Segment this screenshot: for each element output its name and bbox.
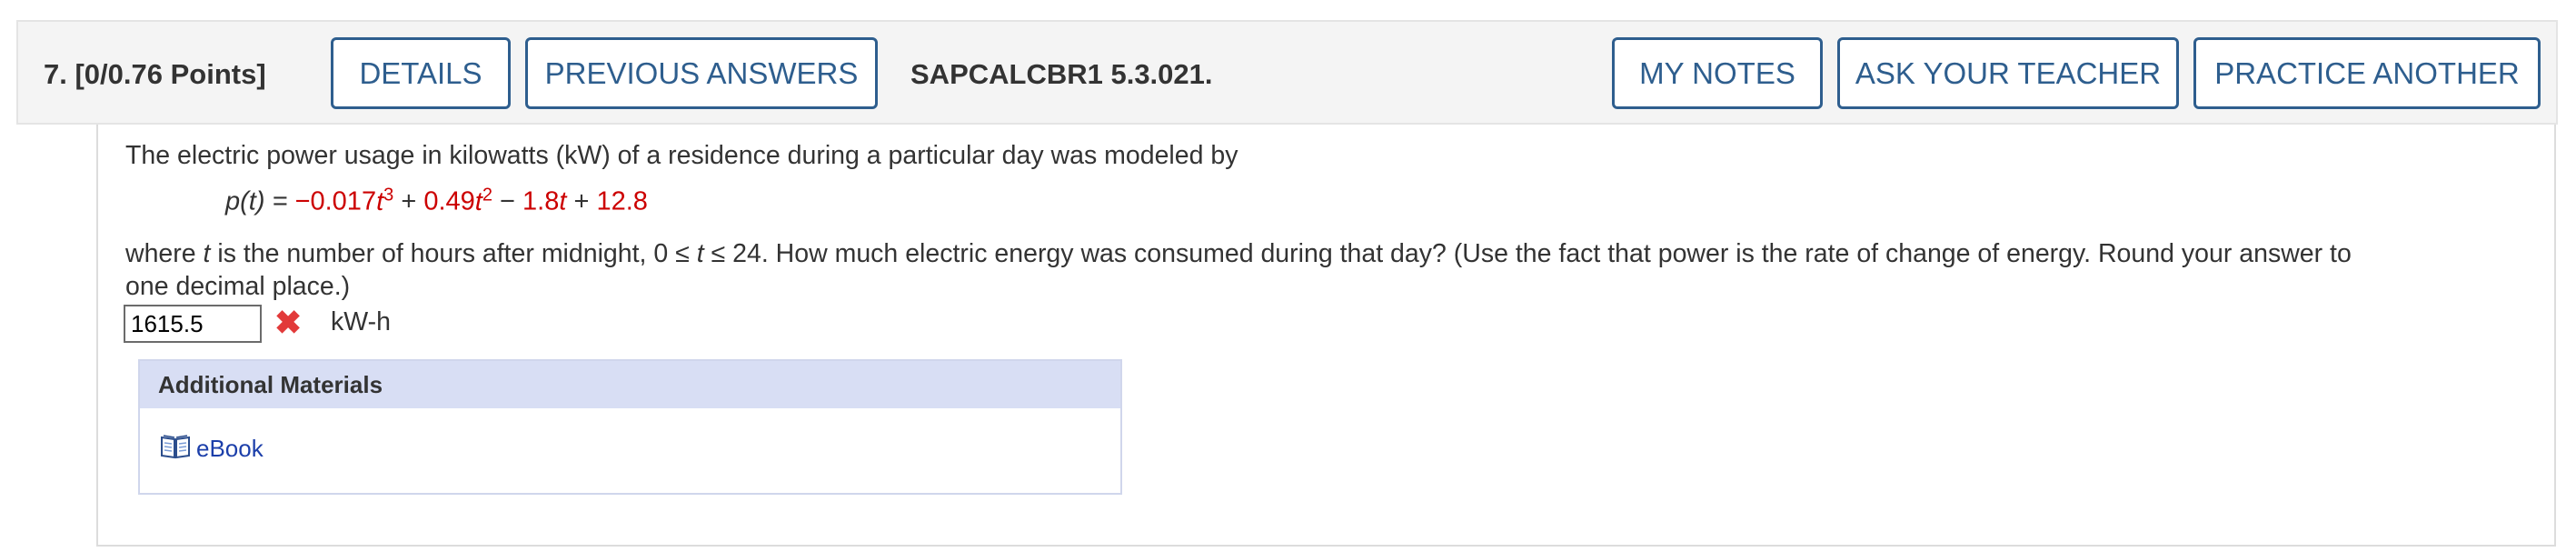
- additional-materials-title: Additional Materials: [140, 361, 1120, 408]
- power-formula: p(t) = −0.017t3 + 0.49t2 − 1.8t + 12.8: [225, 185, 648, 216]
- incorrect-x-icon: ✖: [274, 304, 303, 341]
- problem-question: where t is the number of hours after mid…: [125, 239, 2352, 268]
- book-icon: [161, 435, 190, 459]
- my-notes-button[interactable]: MY NOTES: [1612, 37, 1823, 109]
- details-button[interactable]: DETAILS: [331, 37, 511, 109]
- question-body: The electric power usage in kilowatts (k…: [96, 125, 2556, 547]
- answer-input[interactable]: [124, 305, 262, 343]
- ebook-label[interactable]: eBook: [196, 432, 264, 465]
- problem-question-line2: one decimal place.): [125, 272, 351, 301]
- coef-t2: 0.49: [423, 186, 475, 216]
- question-number: 7.: [44, 58, 67, 90]
- formula-lhs: p(t) =: [225, 186, 295, 216]
- question-number-points: 7. [0/0.76 Points]: [44, 22, 266, 126]
- answer-unit: kW-h: [331, 307, 391, 336]
- previous-answers-button[interactable]: PREVIOUS ANSWERS: [525, 37, 878, 109]
- question-points: [0/0.76 Points]: [75, 58, 266, 90]
- problem-intro: The electric power usage in kilowatts (k…: [125, 141, 1238, 170]
- question-header: 7. [0/0.76 Points] DETAILS PREVIOUS ANSW…: [16, 20, 2558, 125]
- additional-materials-panel: Additional Materials eBook: [138, 359, 1122, 495]
- coef-t3: −0.017: [294, 186, 377, 216]
- question-code: SAPCALCBR1 5.3.021.: [910, 58, 1213, 90]
- coef-t1: 1.8: [522, 186, 560, 216]
- practice-another-button[interactable]: PRACTICE ANOTHER: [2193, 37, 2541, 109]
- ask-your-teacher-button[interactable]: ASK YOUR TEACHER: [1837, 37, 2179, 109]
- coef-t0: 12.8: [596, 186, 648, 216]
